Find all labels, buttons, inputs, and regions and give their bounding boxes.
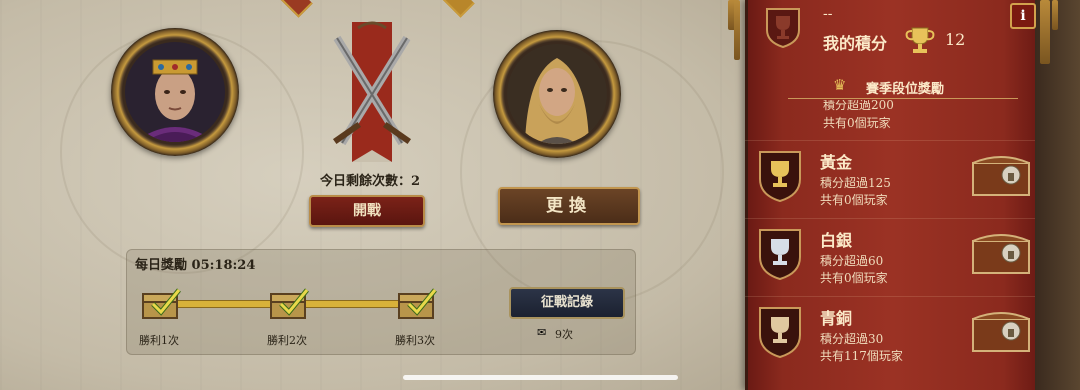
score-value: 12: [945, 30, 966, 49]
top-banner-icon: [439, 0, 475, 18]
rank-row-gold[interactable]: 黃金 積分超過125 共有0個玩家: [745, 140, 1035, 217]
attempts-remaining: 今日剩餘次數：2: [319, 174, 421, 189]
treasure-chest-icon[interactable]: [971, 307, 1031, 355]
rank-name: 黃金: [820, 153, 853, 172]
info-button[interactable]: i: [1010, 3, 1036, 29]
treasure-chest-icon: [142, 288, 181, 319]
milestone-label: 勝利1次: [139, 334, 179, 347]
trophy-icon: [757, 149, 803, 203]
rank-condition: 積分超過125: [820, 176, 891, 190]
reward-chest-1[interactable]: [141, 286, 181, 320]
milestone-label: 勝利2次: [267, 334, 307, 347]
tassel-decoration: [1052, 0, 1058, 30]
start-battle-button[interactable]: 開戰: [309, 195, 425, 227]
trophy-icon: [903, 26, 937, 54]
rank-players: 共有0個玩家: [820, 271, 888, 285]
trophy-icon: [757, 227, 803, 281]
record-count: 9次: [555, 328, 573, 341]
rank-row-bronze[interactable]: 青銅 積分超過30 共有117個玩家: [745, 296, 1035, 377]
trophy-icon: [757, 305, 803, 359]
treasure-chest-icon[interactable]: [971, 229, 1031, 277]
rank-players: 共有117個玩家: [820, 349, 903, 363]
rank-condition: 積分超過200: [823, 100, 894, 112]
rank-condition: 積分超過30: [820, 332, 884, 346]
viking-avatar: [507, 44, 607, 144]
rank-name: 青銅: [820, 309, 853, 328]
crown-icon: ♛: [833, 76, 847, 94]
swap-opponent-button[interactable]: 更換: [498, 187, 640, 225]
reward-chest-2[interactable]: [269, 286, 309, 320]
scroll-icon: ✉: [537, 326, 547, 339]
battle-record-button[interactable]: 征戰記錄: [509, 287, 625, 319]
rank-row-silver[interactable]: 白銀 積分超過60 共有0個玩家: [745, 218, 1035, 295]
player-name: --: [823, 6, 833, 22]
home-indicator[interactable]: [403, 375, 678, 380]
tassel-decoration: [1040, 0, 1050, 64]
daily-reward-title: 每日獎勵 05:18:24: [135, 258, 256, 273]
player-portrait[interactable]: [111, 28, 239, 156]
rank-players: 共有0個玩家: [823, 116, 891, 130]
daily-reward-panel: 每日獎勵 05:18:24 勝利1次 勝利2次 勝利3次 征戰記錄 ✉ 9次: [126, 249, 636, 355]
trophy-icon: [764, 6, 802, 49]
top-banner-icon: [277, 0, 313, 18]
score-label: 我的積分: [823, 34, 888, 53]
treasure-chest-icon: [270, 288, 309, 319]
rank-name: 白銀: [820, 231, 853, 250]
emperor-avatar: [125, 42, 225, 142]
rank-row-partial: 積分超過200 共有0個玩家: [748, 100, 1038, 136]
treasure-chest-icon: [398, 288, 437, 319]
rank-condition: 積分超過60: [820, 254, 884, 268]
tassel-decoration: [734, 0, 740, 60]
rank-players: 共有0個玩家: [820, 193, 888, 207]
treasure-chest-icon[interactable]: [971, 151, 1031, 199]
milestone-label: 勝利3次: [395, 334, 435, 347]
season-header: ♛ 賽季段位獎勵: [788, 74, 1018, 99]
crossed-swords-icon: [322, 18, 422, 168]
season-title: 賽季段位獎勵: [866, 82, 945, 97]
reward-chest-3[interactable]: [397, 286, 437, 320]
opponent-portrait[interactable]: [493, 30, 621, 158]
